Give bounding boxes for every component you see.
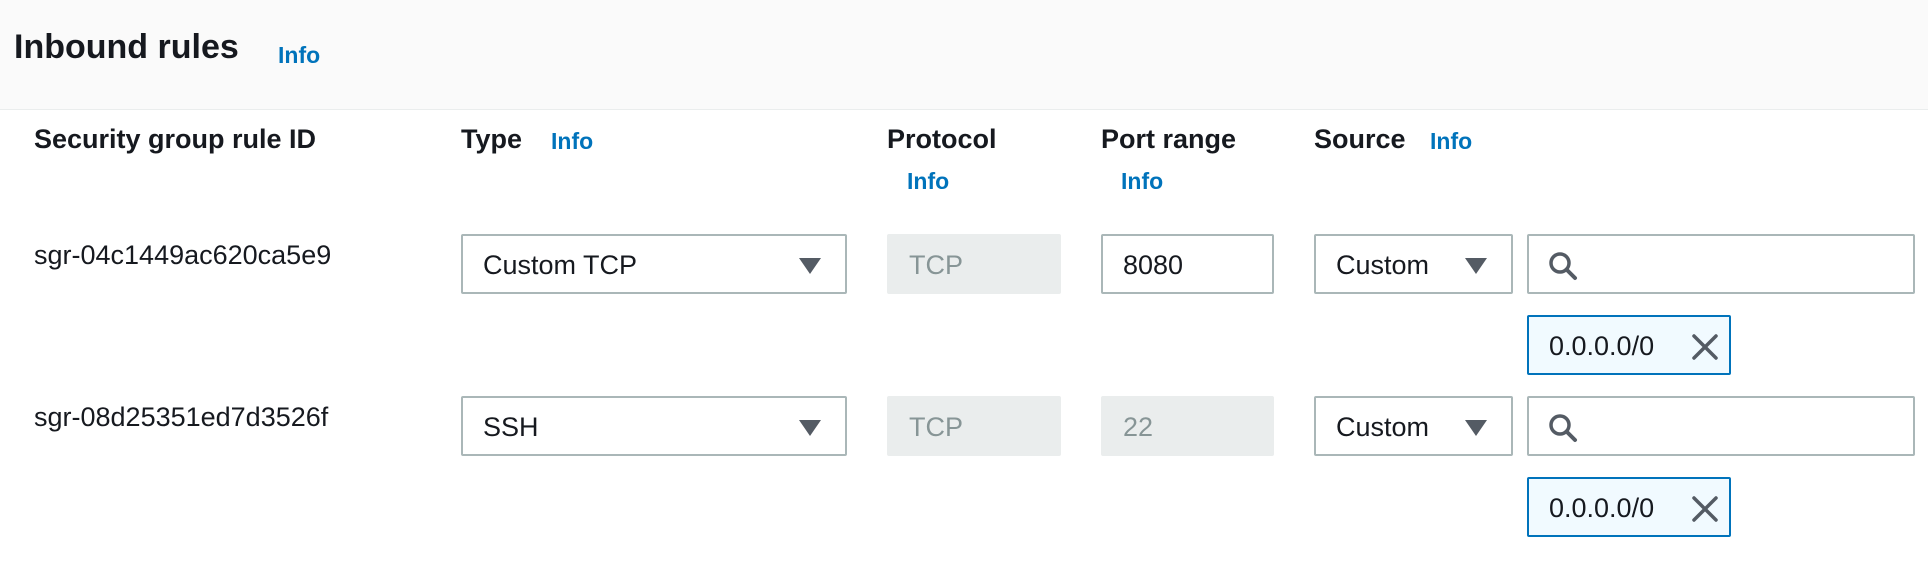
- port-range-input[interactable]: 8080: [1101, 234, 1274, 294]
- column-header-protocol: Protocol: [887, 124, 997, 154]
- cidr-token: 0.0.0.0/0: [1527, 477, 1731, 537]
- column-header-type: Type: [461, 124, 523, 154]
- protocol-value: TCP: [909, 412, 963, 442]
- source-type-select[interactable]: Custom: [1314, 234, 1513, 294]
- source-type-value: Custom: [1336, 412, 1430, 442]
- column-header-source: Source: [1314, 124, 1406, 154]
- protocol-field: TCP: [887, 234, 1061, 294]
- port-range-value: 8080: [1123, 250, 1184, 280]
- close-icon[interactable]: [1689, 493, 1721, 525]
- caret-down-icon: [799, 420, 821, 436]
- column-header-port-range: Port range: [1101, 124, 1237, 154]
- inbound-rules-header: Inbound rules Info: [0, 0, 1928, 110]
- source-search-input[interactable]: [1589, 406, 1899, 446]
- type-select-value: Custom TCP: [483, 250, 638, 280]
- port-range-info-link[interactable]: Info: [1121, 168, 1163, 195]
- close-icon[interactable]: [1689, 331, 1721, 363]
- protocol-field: TCP: [887, 396, 1061, 456]
- cidr-token-value: 0.0.0.0/0: [1549, 331, 1655, 361]
- caret-down-icon: [1465, 420, 1487, 436]
- source-type-select[interactable]: Custom: [1314, 396, 1513, 456]
- column-header-rule-id: Security group rule ID: [34, 124, 317, 154]
- source-search-input[interactable]: [1589, 244, 1899, 284]
- source-search-box[interactable]: [1527, 234, 1915, 294]
- search-icon: [1549, 414, 1577, 442]
- source-info-link[interactable]: Info: [1430, 128, 1472, 155]
- caret-down-icon: [1465, 258, 1487, 274]
- protocol-info-link[interactable]: Info: [907, 168, 949, 195]
- cidr-token: 0.0.0.0/0: [1527, 315, 1731, 375]
- page-title: Inbound rules: [14, 28, 239, 66]
- caret-down-icon: [799, 258, 821, 274]
- source-search-box[interactable]: [1527, 396, 1915, 456]
- type-select[interactable]: Custom TCP: [461, 234, 847, 294]
- rule-id: sgr-04c1449ac620ca5e9: [34, 240, 332, 270]
- rule-id: sgr-08d25351ed7d3526f: [34, 402, 329, 432]
- header-info-link[interactable]: Info: [278, 42, 320, 69]
- cidr-token-value: 0.0.0.0/0: [1549, 493, 1655, 523]
- port-range-field: 22: [1101, 396, 1274, 456]
- type-select[interactable]: SSH: [461, 396, 847, 456]
- search-icon: [1549, 252, 1577, 280]
- type-select-value: SSH: [483, 412, 539, 442]
- port-range-value: 22: [1123, 412, 1154, 442]
- type-info-link[interactable]: Info: [551, 128, 593, 155]
- source-type-value: Custom: [1336, 250, 1430, 280]
- protocol-value: TCP: [909, 250, 963, 280]
